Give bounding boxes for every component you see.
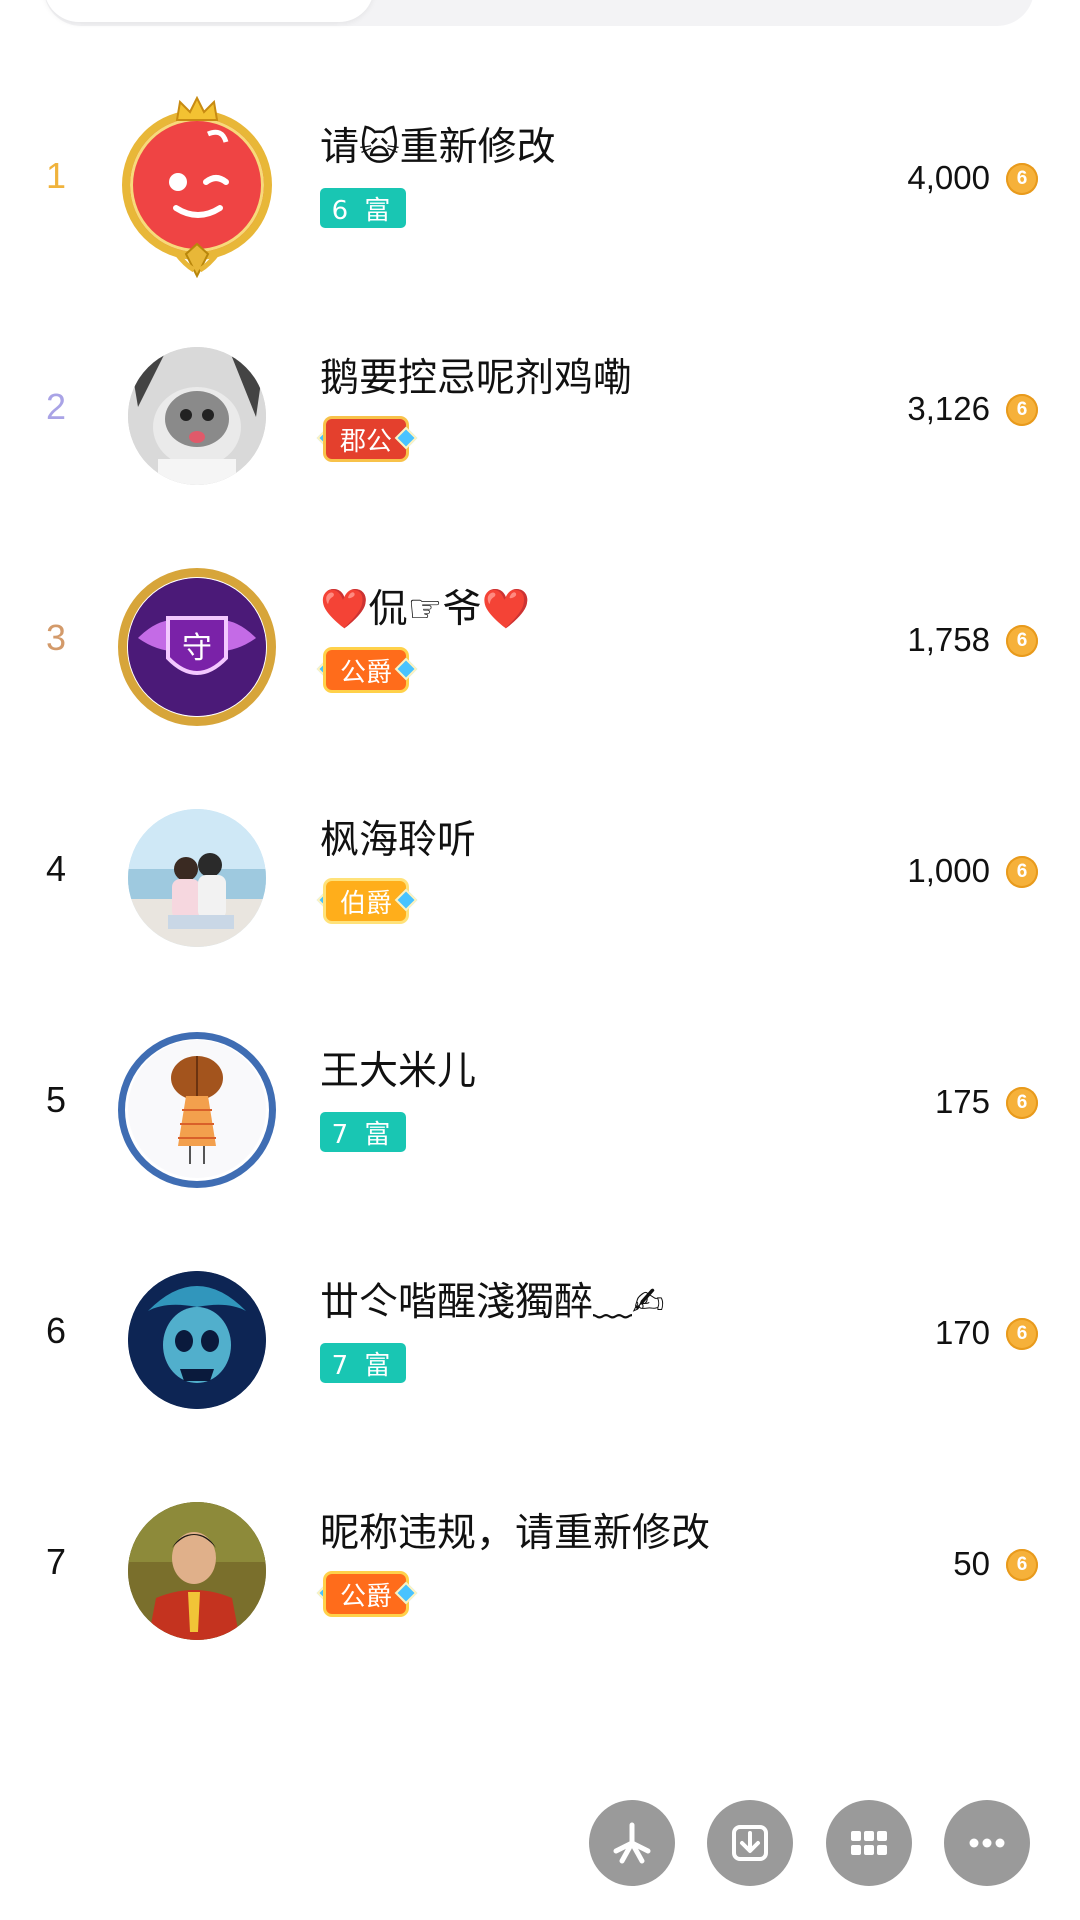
coin-icon — [1006, 625, 1038, 657]
coin-icon — [1006, 163, 1038, 195]
rank-number: 7 — [46, 1541, 67, 1582]
coin-icon — [1006, 1318, 1038, 1350]
avatar[interactable] — [122, 341, 272, 491]
avatar[interactable] — [122, 1496, 272, 1646]
wealth-level-badge: 7 富 — [320, 1343, 406, 1383]
list-item[interactable]: 4 枫海聆听 伯爵 1,000 — [0, 759, 1080, 989]
list-item[interactable]: 5 王大米儿 7 富 175 — [0, 990, 1080, 1220]
coin-amount: 3,126 — [907, 390, 990, 427]
coin-amount: 50 — [953, 1545, 990, 1582]
couple-beach-avatar — [128, 809, 266, 947]
nickname: 王大米儿 — [320, 1049, 477, 1094]
coin-amount: 175 — [934, 1083, 990, 1120]
wealth-level-badge: 6 富 — [320, 188, 406, 228]
coin-amount: 1,000 — [907, 852, 990, 889]
nickname: 鹅要控忌呢剂鸡嘞 — [320, 356, 633, 401]
coin-icon — [1006, 1549, 1038, 1581]
rank-number: 1 — [46, 155, 67, 196]
list-item[interactable]: 6 丗仒喈醒淺獨醉﹏✍ 7 富 170 — [0, 1221, 1080, 1451]
avatar[interactable] — [122, 1265, 272, 1415]
skull-avatar — [128, 1271, 266, 1409]
avatar-frame — [122, 110, 272, 260]
avatar[interactable] — [118, 1032, 276, 1188]
rank-number: 4 — [46, 848, 67, 889]
tab-active[interactable] — [44, 0, 374, 22]
download-button[interactable] — [707, 1800, 793, 1886]
cat-photo-avatar — [128, 347, 266, 485]
rank-number: 6 — [46, 1310, 67, 1351]
nickname: 枫海聆听 — [320, 818, 477, 863]
coin-amount: 170 — [934, 1314, 990, 1351]
more-icon — [969, 1838, 1005, 1848]
coin-amount: 1,758 — [907, 621, 990, 658]
rank-number: 2 — [46, 386, 67, 427]
noble-rank-badge: 公爵 — [326, 1574, 406, 1614]
nickname: 昵称违规，请重新修改 — [320, 1511, 711, 1556]
noble-rank-badge: 伯爵 — [326, 881, 406, 921]
coin-icon — [1006, 856, 1038, 888]
noble-rank-badge: 公爵 — [326, 650, 406, 690]
crown-icon — [175, 96, 219, 121]
avatar-frame — [118, 568, 276, 726]
list-item[interactable]: 1 请🙀重新修改 6 富 4,000 — [0, 66, 1080, 296]
man-portrait-avatar — [128, 1502, 266, 1640]
grid-icon — [851, 1831, 887, 1855]
noble-rank-badge: 郡公 — [326, 419, 406, 459]
more-button[interactable] — [944, 1800, 1030, 1886]
rank-number: 5 — [46, 1079, 67, 1120]
pinwheel-button[interactable] — [589, 1800, 675, 1886]
nickname: ❤️侃☞爷❤️ — [320, 587, 531, 632]
pinwheel-icon — [613, 1822, 651, 1864]
coin-icon — [1006, 1087, 1038, 1119]
list-item[interactable]: 7 昵称违规，请重新修改 公爵 50 — [0, 1452, 1080, 1682]
nickname: 请🙀重新修改 — [320, 125, 556, 170]
avatar[interactable] — [122, 803, 272, 953]
avatar-frame — [118, 1032, 276, 1188]
wealth-level-badge: 7 富 — [320, 1112, 406, 1152]
coin-amount: 4,000 — [907, 159, 990, 196]
avatar[interactable]: 守 — [118, 568, 276, 726]
coin-icon — [1006, 394, 1038, 426]
list-item[interactable]: 2 鹅要控忌呢剂鸡嘞 郡公 3,126 — [0, 297, 1080, 527]
list-item[interactable]: 3 守 ❤️侃☞爷❤️ 公爵 1,758 — [0, 528, 1080, 758]
avatar[interactable] — [122, 96, 272, 278]
rank-number: 3 — [46, 617, 67, 658]
grid-button[interactable] — [826, 1800, 912, 1886]
wing-emblem-icon — [172, 242, 222, 278]
download-icon — [732, 1825, 768, 1861]
nickname: 丗仒喈醒淺獨醉﹏✍ — [320, 1280, 665, 1325]
